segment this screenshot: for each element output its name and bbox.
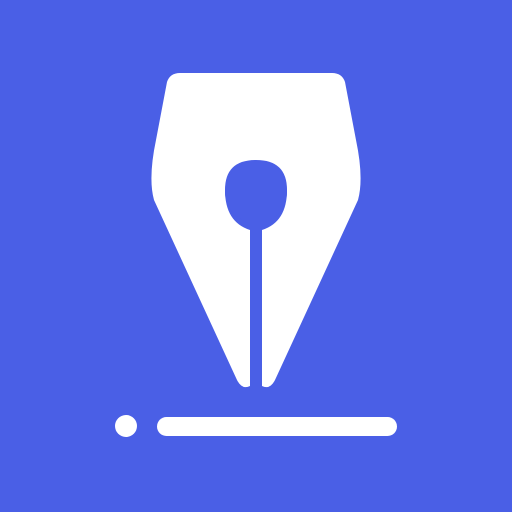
baseline-dot xyxy=(115,415,137,437)
baseline-line xyxy=(157,417,397,436)
fountain-pen-nib-icon xyxy=(0,0,512,512)
app-icon xyxy=(0,0,512,512)
pen-nib-slit xyxy=(250,222,262,392)
pen-nib-hole xyxy=(225,161,287,223)
